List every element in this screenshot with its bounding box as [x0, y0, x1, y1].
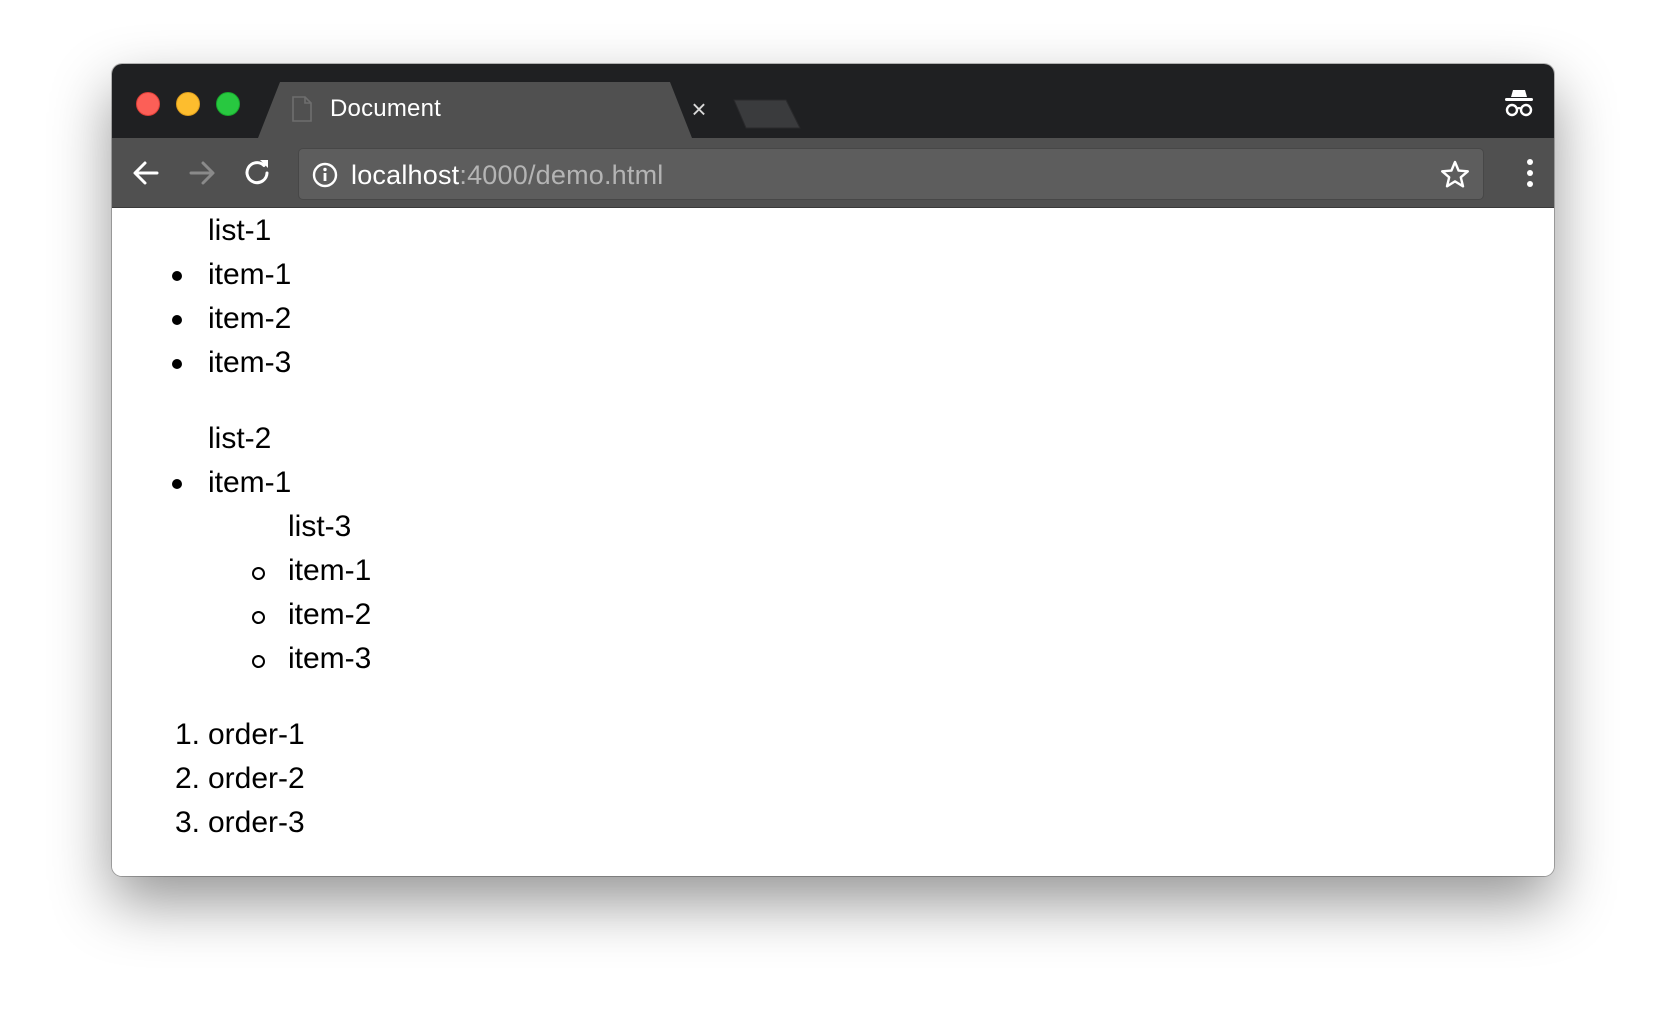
nested-list-item: item-3 — [288, 642, 372, 675]
bullet-circle — [252, 567, 265, 580]
browser-window: Document × localhost:4000/demo.html list… — [112, 64, 1554, 876]
window-zoom-button[interactable] — [216, 92, 240, 116]
tab-background — [258, 82, 692, 138]
tab-document[interactable]: Document × — [258, 82, 708, 138]
bullet-circle — [252, 655, 265, 668]
forward-arrow-icon[interactable] — [184, 155, 220, 191]
address-bar[interactable]: localhost:4000/demo.html — [298, 148, 1484, 200]
url-text[interactable]: localhost:4000/demo.html — [351, 160, 664, 191]
close-icon[interactable]: × — [686, 96, 712, 122]
tab-title: Document — [330, 95, 441, 122]
bullet-circle — [252, 611, 265, 624]
list-item: item-3 — [208, 346, 292, 379]
back-arrow-icon[interactable] — [128, 155, 164, 191]
reload-icon[interactable] — [240, 155, 276, 191]
kebab-menu-icon[interactable] — [1520, 156, 1540, 190]
star-icon[interactable] — [1439, 159, 1471, 191]
ordered-number: 3. — [174, 806, 200, 839]
incognito-icon — [1505, 90, 1533, 117]
list-item: item-1 — [208, 466, 292, 499]
list-caption: list-1 — [208, 214, 272, 247]
bullet-disc — [172, 271, 182, 281]
ordered-item: order-1 — [208, 718, 305, 751]
new-tab-icon[interactable] — [732, 98, 804, 130]
nested-list-caption: list-3 — [288, 510, 352, 543]
url-host: localhost — [351, 160, 460, 190]
window-close-button[interactable] — [136, 92, 160, 116]
bullet-disc — [172, 479, 182, 489]
ordered-item: order-2 — [208, 762, 305, 795]
page-content: list-1 item-1 item-2 item-3 list-2 item-… — [112, 208, 1554, 876]
url-path: :4000/demo.html — [459, 160, 664, 190]
browser-toolbar: localhost:4000/demo.html — [112, 138, 1554, 208]
ordered-number: 1. — [174, 718, 200, 751]
info-icon[interactable] — [311, 161, 339, 189]
window-minimize-button[interactable] — [176, 92, 200, 116]
list-caption: list-2 — [208, 422, 272, 455]
list-item: item-1 — [208, 258, 292, 291]
list-item: item-2 — [208, 302, 292, 335]
ordered-item: order-3 — [208, 806, 305, 839]
ordered-number: 2. — [174, 762, 200, 795]
bullet-disc — [172, 315, 182, 325]
document-icon — [292, 96, 312, 122]
tab-strip: Document × — [112, 64, 1554, 138]
bullet-disc — [172, 359, 182, 369]
nested-list-item: item-1 — [288, 554, 372, 587]
nested-list-item: item-2 — [288, 598, 372, 631]
